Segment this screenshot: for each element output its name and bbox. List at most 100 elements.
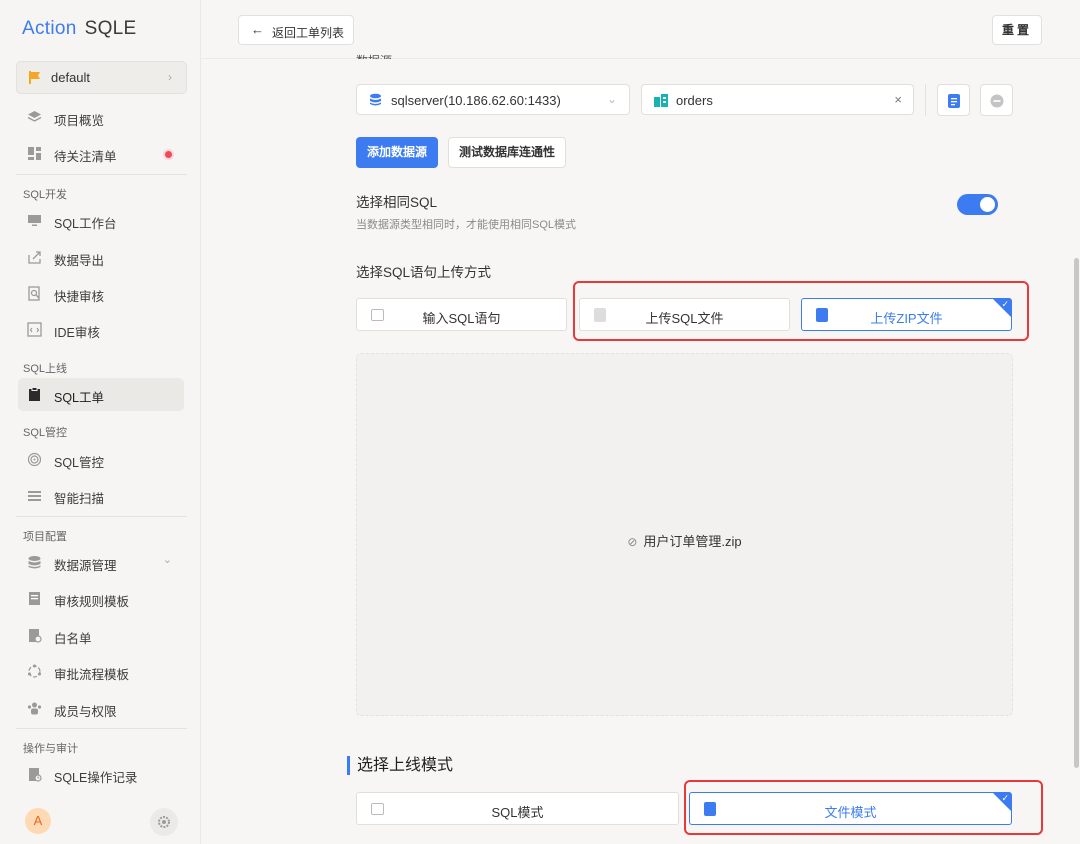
scrollbar[interactable] xyxy=(1074,258,1079,768)
datasource-select[interactable]: sqlserver(10.186.62.60:1433) ⌄ xyxy=(356,84,630,115)
uploaded-file[interactable]: ⊘ 用户订单管理.zip xyxy=(357,531,1012,550)
sidebar-item-quick-audit[interactable]: 快捷审核 xyxy=(18,277,184,310)
same-sql-toggle[interactable] xyxy=(957,194,998,215)
rule-icon xyxy=(29,592,40,605)
sidebar-item-label: SQL工作台 xyxy=(54,217,117,231)
separator xyxy=(925,84,926,116)
datasource-value: sqlserver(10.186.62.60:1433) xyxy=(391,93,561,108)
sidebar-item-label: 数据源管理 xyxy=(54,559,117,573)
sidebar-item-sql-workbench[interactable]: SQL工作台 xyxy=(18,204,184,237)
notification-dot xyxy=(165,151,172,158)
sidebar-item-label: 审批流程模板 xyxy=(54,668,130,682)
sidebar-item-sql-order[interactable]: SQL工单 xyxy=(18,378,184,411)
sidebar-item-rule-template[interactable]: 审核规则模板 xyxy=(18,582,184,615)
sidebar-divider xyxy=(16,728,187,729)
sidebar-group-title: SQL开发 xyxy=(23,189,68,201)
chevron-down-icon: ⌄ xyxy=(162,554,172,566)
datasource-label: 数据源 xyxy=(356,52,392,59)
logo-action-text: Action xyxy=(22,18,77,39)
sidebar-item-label: 待关注清单 xyxy=(54,150,117,164)
settings-button[interactable] xyxy=(150,808,178,836)
upload-option-label: 输入SQL语句 xyxy=(422,311,501,326)
reset-button[interactable]: 重置 xyxy=(992,15,1042,45)
sidebar-item-smart-scan[interactable]: 智能扫描 xyxy=(18,479,184,512)
flag-icon xyxy=(29,71,40,84)
sidebar-item-label: 白名单 xyxy=(54,632,92,646)
sidebar-item-label: 审核规则模板 xyxy=(54,595,130,609)
add-datasource-button[interactable]: 添加数据源 xyxy=(356,137,438,168)
monitor-icon xyxy=(28,215,41,226)
back-to-list-button[interactable]: ← 返回工单列表 xyxy=(238,15,354,45)
exec-mode-title: 选择上线模式 xyxy=(347,756,453,775)
sidebar-item-data-export[interactable]: 数据导出 xyxy=(18,241,184,274)
schema-select[interactable]: orders × xyxy=(641,84,914,115)
gear-icon xyxy=(158,816,170,828)
minus-circle-icon xyxy=(990,94,1004,108)
chevron-down-icon: ⌄ xyxy=(606,92,617,106)
remove-datasource-button[interactable] xyxy=(980,84,1013,116)
whitelist-icon xyxy=(29,629,42,643)
sidebar-item-label: 智能扫描 xyxy=(54,492,105,506)
avatar[interactable]: A xyxy=(25,808,51,834)
test-connection-button[interactable]: 测试数据库连通性 xyxy=(448,137,566,168)
exec-mode-sql[interactable]: SQL模式 xyxy=(356,792,679,825)
sidebar-group-title: SQL上线 xyxy=(23,363,68,375)
schema-value: orders xyxy=(676,93,713,108)
upload-method-label: 选择SQL语句上传方式 xyxy=(356,265,492,280)
sidebar-item-label: 项目概览 xyxy=(54,114,105,128)
sidebar-item-whitelist[interactable]: 白名单 xyxy=(18,619,184,652)
topbar: ← 返回工单列表 重置 xyxy=(202,0,1080,59)
arrow-left-icon: ← xyxy=(251,22,264,37)
exec-mode-label: SQL模式 xyxy=(491,805,544,820)
sidebar-item-label: IDE审核 xyxy=(54,326,100,340)
sidebar-group-title: 操作与审计 xyxy=(23,743,78,755)
sidebar-item-label: SQL管控 xyxy=(54,456,105,470)
sidebar-item-approval-flow[interactable]: 审批流程模板 xyxy=(18,655,184,688)
same-sql-label: 选择相同SQL xyxy=(356,195,438,210)
sidebar-group-title: 项目配置 xyxy=(23,531,67,543)
back-button-label: 返回工单列表 xyxy=(272,26,345,40)
project-name: default xyxy=(51,70,91,85)
fingerprint-icon xyxy=(27,452,42,467)
sidebar-item-audit-log[interactable]: SQLE操作记录 xyxy=(18,758,184,791)
sidebar-item-watchlist[interactable]: 待关注清单 xyxy=(18,137,184,170)
database-icon xyxy=(370,93,381,106)
sidebar-item-label: 数据导出 xyxy=(54,254,105,268)
flow-icon xyxy=(28,664,41,678)
sidebar-item-label: 快捷审核 xyxy=(54,290,105,304)
export-icon xyxy=(28,251,41,264)
layers-icon xyxy=(27,111,42,122)
sidebar-group-title: SQL管控 xyxy=(23,427,68,439)
logo-sqle-text: SQLE xyxy=(84,18,137,39)
document-icon xyxy=(948,94,960,108)
project-selector[interactable]: default › xyxy=(16,61,187,94)
upload-option-input-sql[interactable]: 输入SQL语句 xyxy=(356,298,567,331)
sidebar-item-members[interactable]: 成员与权限 xyxy=(18,692,184,725)
annotation-highlight xyxy=(573,281,1029,341)
app-logo[interactable]: Action SQLE xyxy=(22,18,137,40)
sidebar-divider xyxy=(16,174,187,175)
sidebar-item-sql-control[interactable]: SQL管控 xyxy=(18,443,184,476)
search-doc-icon xyxy=(28,286,40,301)
dashboard-icon xyxy=(28,147,41,160)
datasource-detail-button[interactable] xyxy=(937,84,970,116)
database-icon xyxy=(28,556,41,569)
chevron-right-icon: › xyxy=(168,70,172,84)
toggle-knob xyxy=(980,197,995,212)
audit-icon xyxy=(29,768,42,782)
clipboard-icon xyxy=(29,387,40,401)
sidebar-item-label: 成员与权限 xyxy=(54,705,117,719)
sidebar-divider xyxy=(16,516,187,517)
scan-icon xyxy=(28,491,41,501)
members-icon xyxy=(27,702,42,715)
uploaded-file-name: 用户订单管理.zip xyxy=(643,534,742,549)
sidebar-item-label: SQL工单 xyxy=(54,391,105,405)
sidebar-item-datasource[interactable]: 数据源管理 ⌄ xyxy=(18,546,184,579)
clear-icon[interactable]: × xyxy=(894,92,902,107)
sidebar-item-overview[interactable]: 项目概览 xyxy=(18,101,184,134)
same-sql-hint: 当数据源类型相同时，才能使用相同SQL模式 xyxy=(356,219,577,231)
sidebar-item-ide-audit[interactable]: IDE审核 xyxy=(18,313,184,346)
upload-dropzone[interactable]: ⊘ 用户订单管理.zip xyxy=(356,353,1013,716)
sidebar: Action SQLE default › 项目概览 待关注清单 SQL开发 SQ… xyxy=(0,0,201,844)
annotation-highlight xyxy=(684,780,1043,835)
